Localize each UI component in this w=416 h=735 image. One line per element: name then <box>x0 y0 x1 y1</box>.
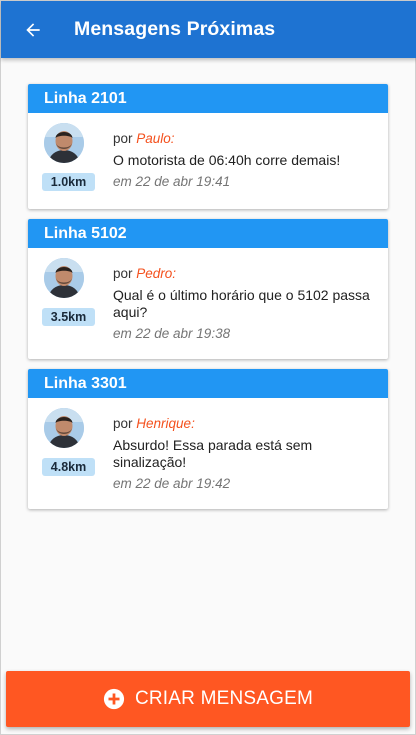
author-line: por Henrique: <box>113 416 378 431</box>
message-card[interactable]: Linha 3301 4.8km por Henrique: Absurdo! … <box>28 369 388 509</box>
message-text: Qual é o último horário que o 5102 passa… <box>113 287 370 320</box>
message-date: em 22 de abr 19:38 <box>113 326 231 341</box>
create-message-label: CRIAR MENSAGEM <box>134 688 314 709</box>
card-body: 3.5km por Pedro: Qual é o último horário… <box>28 248 388 359</box>
distance-badge: 4.8km <box>42 458 95 476</box>
card-line-title: Linha 5102 <box>28 219 388 248</box>
card-left: 3.5km <box>42 258 113 341</box>
arrow-left-icon <box>26 22 40 37</box>
distance-badge: 1.0km <box>42 173 95 191</box>
card-content: por Pedro: Qual é o último horário que o… <box>113 258 378 341</box>
create-message-button[interactable]: CRIAR MENSAGEM <box>6 671 410 727</box>
card-body: 4.8km por Henrique: Absurdo! Essa parada… <box>28 398 388 509</box>
avatar <box>44 123 84 163</box>
message-date: em 22 de abr 19:41 <box>113 174 231 189</box>
author-line: por Paulo: <box>113 131 378 146</box>
avatar <box>44 408 84 448</box>
author-prefix: por <box>113 131 133 146</box>
message-card[interactable]: Linha 2101 1.0km por Paulo: O motorista … <box>28 84 388 209</box>
app-frame: Mensagens Próximas Linha 2101 1.0km por … <box>0 0 416 735</box>
card-content: por Paulo: O motorista de 06:40h corre d… <box>113 123 378 191</box>
card-line-title: Linha 2101 <box>28 84 388 113</box>
back-button[interactable] <box>1 1 65 58</box>
message-date: em 22 de abr 19:42 <box>113 476 231 491</box>
card-line-title: Linha 3301 <box>28 369 388 398</box>
message-card[interactable]: Linha 5102 3.5km por Pedro: Qual é o últ… <box>28 219 388 359</box>
author-name: Henrique: <box>136 416 195 431</box>
card-left: 4.8km <box>42 408 113 491</box>
author-name: Pedro: <box>136 266 177 281</box>
author-line: por Pedro: <box>113 266 378 281</box>
avatar <box>44 258 84 298</box>
card-content: por Henrique: Absurdo! Essa parada está … <box>113 408 378 491</box>
page-title: Mensagens Próximas <box>74 18 276 40</box>
author-prefix: por <box>113 416 133 431</box>
message-text: O motorista de 06:40h corre demais! <box>113 152 341 168</box>
message-text: Absurdo! Essa parada está sem sinalizaçã… <box>113 437 313 470</box>
card-left: 1.0km <box>42 123 113 191</box>
card-body: 1.0km por Paulo: O motorista de 06:40h c… <box>28 113 388 209</box>
app-bar: Mensagens Próximas <box>1 1 416 58</box>
distance-badge: 3.5km <box>42 308 95 326</box>
author-prefix: por <box>113 266 133 281</box>
author-name: Paulo: <box>136 131 175 146</box>
message-list: Linha 2101 1.0km por Paulo: O motorista … <box>28 84 388 519</box>
plus-circle-icon <box>103 688 125 710</box>
